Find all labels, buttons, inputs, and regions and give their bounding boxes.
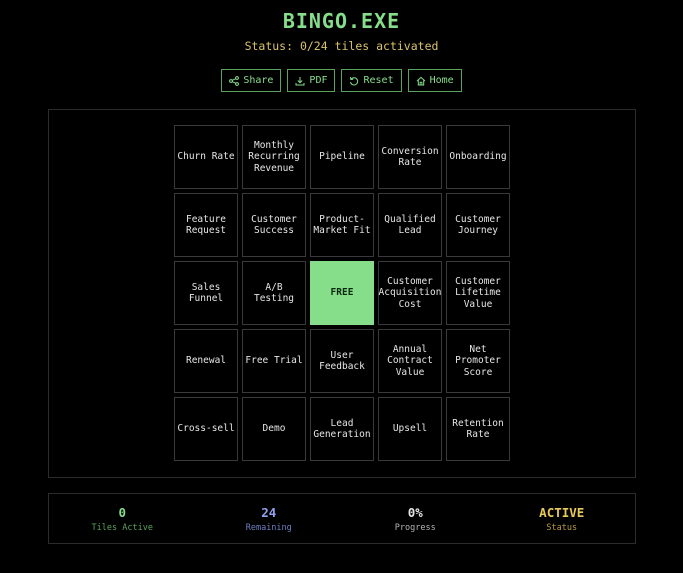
home-button[interactable]: Home: [407, 69, 462, 92]
reset-button[interactable]: Reset: [341, 69, 402, 92]
bingo-tile[interactable]: Pipeline: [310, 125, 374, 189]
bingo-tile[interactable]: Customer Success: [242, 193, 306, 257]
bingo-tile[interactable]: Customer Acquisition Cost: [378, 261, 442, 325]
bingo-tile[interactable]: Upsell: [378, 397, 442, 461]
stat-value: ACTIVE: [539, 504, 585, 520]
bingo-tile[interactable]: Customer Journey: [446, 193, 510, 257]
bingo-tile[interactable]: Free Trial: [242, 329, 306, 393]
bingo-tile[interactable]: Sales Funnel: [174, 261, 238, 325]
reset-label: Reset: [363, 75, 394, 86]
bingo-tile[interactable]: Cross-sell: [174, 397, 238, 461]
stat-item: 24 Remaining: [196, 505, 343, 533]
stat-item: 0% Progress: [342, 505, 489, 533]
home-icon: [416, 76, 425, 85]
bingo-tile[interactable]: Monthly Recurring Revenue: [242, 125, 306, 189]
stat-value: 24: [261, 504, 277, 520]
stat-label: Tiles Active: [91, 522, 153, 533]
stat-label: Progress: [394, 522, 436, 533]
bingo-tile[interactable]: User Feedback: [310, 329, 374, 393]
bingo-tile[interactable]: Feature Request: [174, 193, 238, 257]
bingo-tile[interactable]: A/B Testing: [242, 261, 306, 325]
stat-label: Status: [546, 522, 578, 533]
bingo-tile[interactable]: Lead Generation: [310, 397, 374, 461]
bingo-tile[interactable]: Onboarding: [446, 125, 510, 189]
pdf-button[interactable]: PDF: [287, 69, 336, 92]
home-label: Home: [429, 75, 454, 86]
bingo-tile[interactable]: Net Promoter Score: [446, 329, 510, 393]
stats-panel: 0 Tiles Active 24 Remaining 0% Progress ACTIVE…: [48, 493, 636, 544]
free-tile[interactable]: FREE: [310, 261, 374, 325]
stat-label: Remaining: [245, 522, 292, 533]
bingo-tile[interactable]: Customer Lifetime Value: [446, 261, 510, 325]
app-title: BINGO.EXE: [282, 9, 401, 33]
bingo-tile[interactable]: Retention Rate: [446, 397, 510, 461]
bingo-tile[interactable]: Annual Contract Value: [378, 329, 442, 393]
bingo-tile[interactable]: Qualified Lead: [378, 193, 442, 257]
bingo-tile[interactable]: Churn Rate: [174, 125, 238, 189]
download-icon: [295, 76, 305, 85]
toolbar: Share PDF Reset Home: [0, 69, 683, 92]
stat-value: 0%: [407, 504, 423, 520]
bingo-grid: Churn Rate Monthly Recurring Revenue Pipel…: [174, 125, 510, 461]
stat-item: 0 Tiles Active: [49, 505, 196, 533]
status-text: Status: 0/24 tiles activated: [244, 39, 439, 53]
share-label: Share: [243, 75, 274, 86]
share-button[interactable]: Share: [221, 69, 282, 92]
stat-value: 0: [118, 504, 127, 520]
bingo-tile[interactable]: Conversion Rate: [378, 125, 442, 189]
pdf-label: PDF: [309, 75, 328, 86]
bingo-tile[interactable]: Product- Market Fit: [310, 193, 374, 257]
bingo-tile[interactable]: Renewal: [174, 329, 238, 393]
share-icon: [229, 75, 240, 86]
stat-item: ACTIVE Status: [489, 505, 636, 533]
reset-icon: [350, 76, 359, 85]
bingo-tile[interactable]: Demo: [242, 397, 306, 461]
